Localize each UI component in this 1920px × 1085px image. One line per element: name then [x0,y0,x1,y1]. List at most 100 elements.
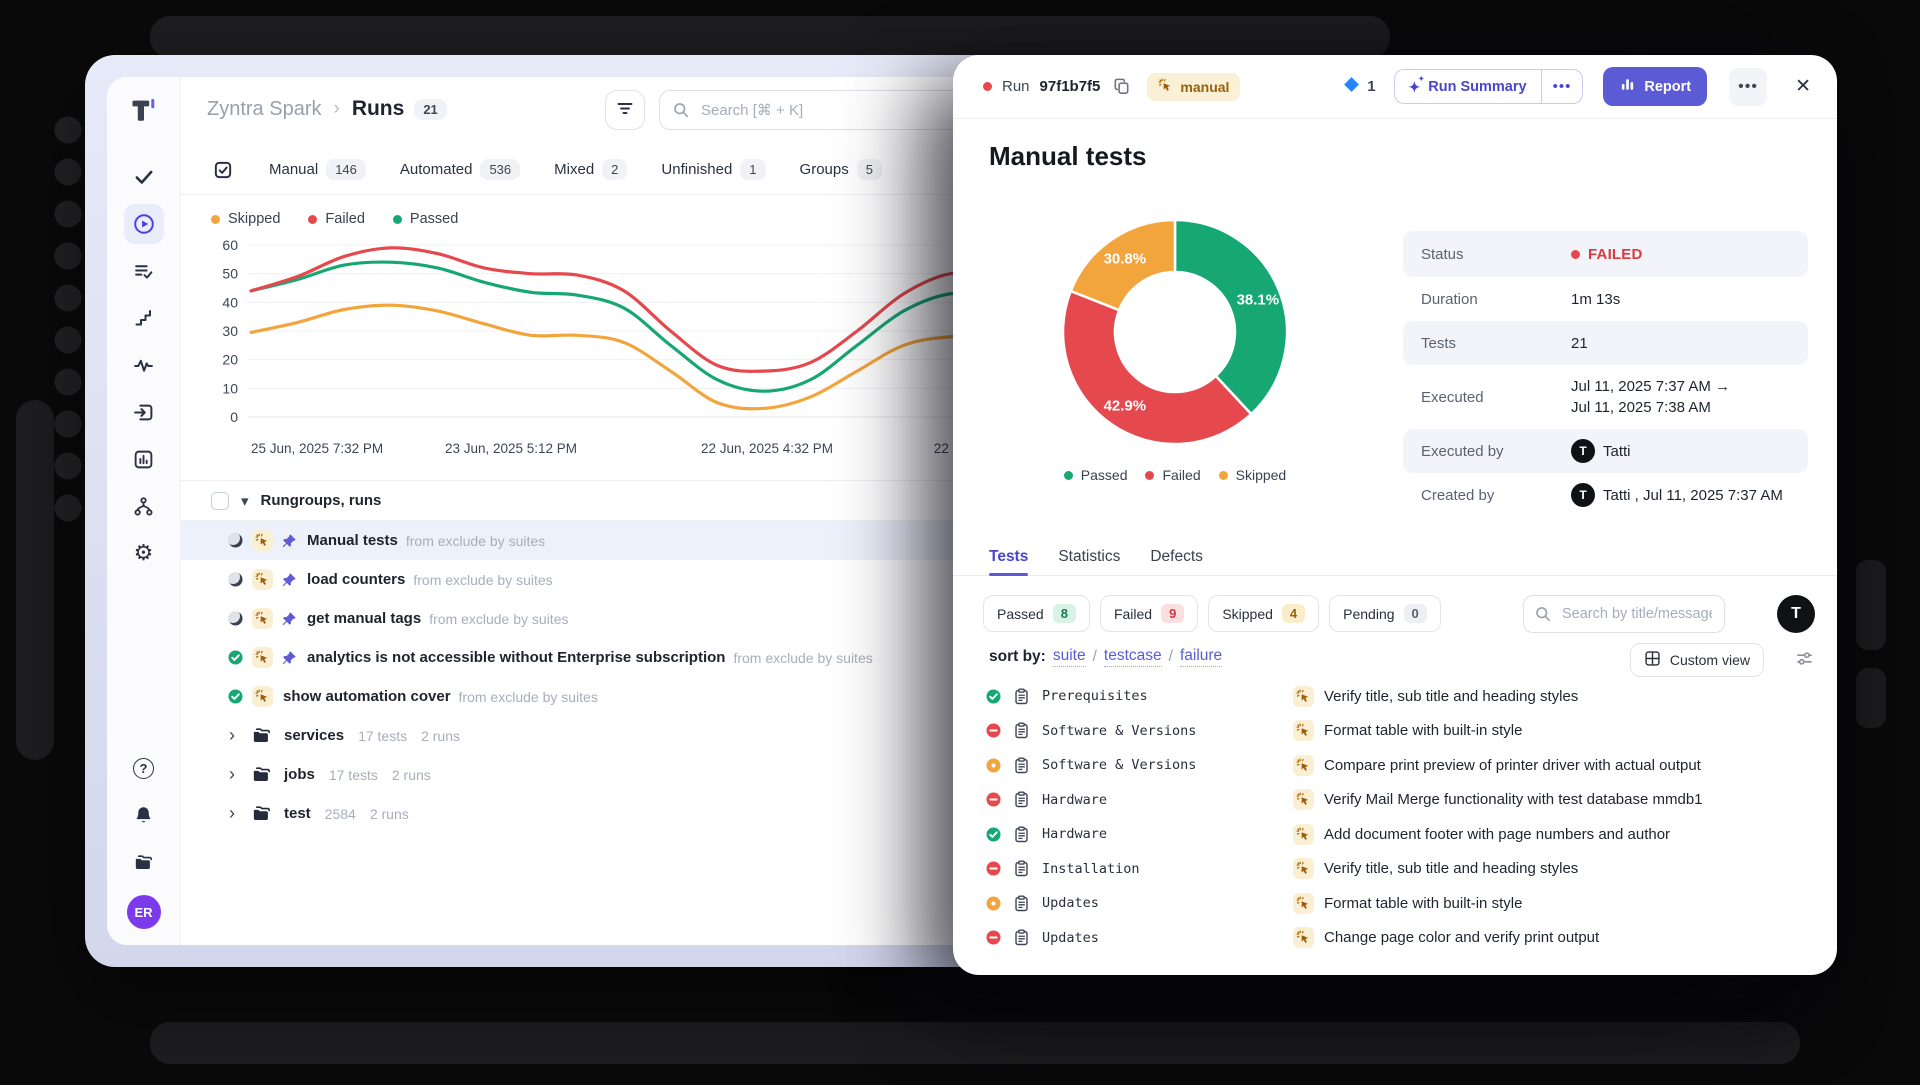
select-all-checkbox[interactable] [211,492,229,510]
breadcrumb-product[interactable]: Zyntra Spark [207,98,321,121]
bell-icon[interactable] [124,795,164,835]
import-box-icon[interactable] [124,392,164,432]
tests-search-input[interactable] [1560,605,1714,623]
status-running-icon [227,571,244,588]
jira-icon [1343,76,1360,97]
pin-icon [281,650,297,666]
linked-issues[interactable]: 1 [1343,76,1375,97]
test-row[interactable]: UpdatesFormat table with built-in style [953,886,1837,921]
manual-cursor-icon [1293,789,1314,810]
run-summary-label: Run Summary [1428,79,1526,95]
test-row[interactable]: UpdatesChange page color and verify prin… [953,921,1837,956]
activity-icon[interactable] [124,345,164,385]
custom-view-button[interactable]: Custom view [1630,643,1764,677]
chevron-right-icon[interactable]: › [229,725,245,746]
chevron-right-icon[interactable]: › [229,803,245,824]
user-avatar[interactable]: ER [127,895,161,929]
run-type-chip[interactable]: manual [1147,73,1240,101]
sidebar: ⚙ ? ER [107,77,181,945]
status-running-icon [227,610,244,627]
sort-by-label: sort by: [989,648,1046,666]
help-icon[interactable]: ? [124,748,164,788]
test-row[interactable]: Software & VersionsFormat table with bui… [953,714,1837,749]
suite-name: Updates [1042,930,1099,946]
tab-manual[interactable]: Manual146 [269,159,366,180]
test-row[interactable]: HardwareVerify Mail Merge functionality … [953,783,1837,818]
sparkles-icon: ✦✦ [1409,80,1421,94]
folders-icon[interactable] [124,842,164,882]
play-circle-icon[interactable] [124,204,164,244]
svg-text:25 Jun, 2025 7:32 PM: 25 Jun, 2025 7:32 PM [251,441,383,456]
tab-groups[interactable]: Groups5 [800,159,882,180]
brand-avatar[interactable]: T [1777,595,1815,633]
status-passed-icon [227,649,244,666]
search-input[interactable] [699,101,980,120]
run-summary-more-button[interactable]: ••• [1541,70,1583,103]
close-icon[interactable]: ✕ [1791,71,1815,102]
manual-cursor-icon [1293,824,1314,845]
chevron-down-icon[interactable]: ▾ [241,492,249,510]
manual-cursor-icon [1293,893,1314,914]
info-row-executed-by: Executed byTTatti [1403,429,1808,473]
clipboard-icon [1013,722,1030,739]
tab-unfinished[interactable]: Unfinished1 [661,159,765,180]
report-button[interactable]: Report [1603,67,1707,106]
user-avatar: T [1571,483,1595,507]
tab-count: 5 [857,159,882,180]
steps-icon[interactable] [124,298,164,338]
tab-count: 146 [326,159,366,180]
panel-tab-statistics[interactable]: Statistics [1058,539,1120,575]
test-row[interactable]: Software & VersionsCompare print preview… [953,748,1837,783]
sliders-icon[interactable] [1796,650,1813,672]
filter-button[interactable] [605,90,645,130]
bar-panel-icon[interactable] [124,439,164,479]
run-name: Manual tests [307,532,398,549]
svg-text:50: 50 [222,266,238,282]
status-failed-icon [985,722,1002,739]
check-icon[interactable] [124,157,164,197]
tab-count: 536 [480,159,520,180]
test-row[interactable]: PrerequisitesVerify title, sub title and… [953,679,1837,714]
sort-by-failure[interactable]: failure [1180,647,1222,667]
run-summary-button[interactable]: ✦✦ Run Summary [1395,70,1541,103]
bar-chart-icon [1619,76,1636,97]
tests-list: PrerequisitesVerify title, sub title and… [953,679,1837,975]
tab-automated[interactable]: Automated536 [400,159,520,180]
status-failed-icon [985,860,1002,877]
test-row[interactable]: HardwareAdd document footer with page nu… [953,817,1837,852]
pin-icon [281,533,297,549]
list-check-icon[interactable] [124,251,164,291]
copy-icon[interactable] [1112,77,1131,96]
folder-icon [251,764,272,785]
app-logo-icon[interactable] [124,91,164,131]
folder-name: services [284,727,344,744]
chevron-right-icon[interactable]: › [229,764,245,785]
sidebar-bottom: ? [124,748,164,889]
filter-chip-skipped[interactable]: Skipped4 [1208,595,1319,632]
svg-text:38.1%: 38.1% [1237,291,1280,308]
test-row[interactable]: InstallationVerify title, sub title and … [953,852,1837,887]
filter-chip-failed[interactable]: Failed9 [1100,595,1198,632]
panel-tab-tests[interactable]: Tests [989,539,1028,575]
panel-tab-defects[interactable]: Defects [1150,539,1203,575]
svg-text:0: 0 [230,409,238,425]
sort-by-suite[interactable]: suite [1053,647,1086,667]
status-skipped-icon [985,757,1002,774]
folder-tests-count: 17 tests [358,728,407,744]
filter-chip-pending[interactable]: Pending0 [1329,595,1441,632]
tab-mixed[interactable]: Mixed2 [554,159,627,180]
run-label: Run [1002,78,1030,95]
gear-icon[interactable]: ⚙ [124,533,164,573]
manual-cursor-icon [252,569,273,590]
folder-name: test [284,805,311,822]
folder-tests-count: 17 tests [329,767,378,783]
filter-chip-passed[interactable]: Passed8 [983,595,1090,632]
run-name: analytics is not accessible without Ente… [307,649,725,666]
breadcrumb-separator: › [333,98,339,120]
select-runs-icon[interactable] [211,158,235,182]
folder-icon [251,803,272,824]
sort-by-testcase[interactable]: testcase [1104,647,1162,667]
branch-icon[interactable] [124,486,164,526]
panel-more-button[interactable]: ••• [1729,68,1767,106]
results-donut-chart: 38.1%42.9%30.8% [1045,202,1305,462]
